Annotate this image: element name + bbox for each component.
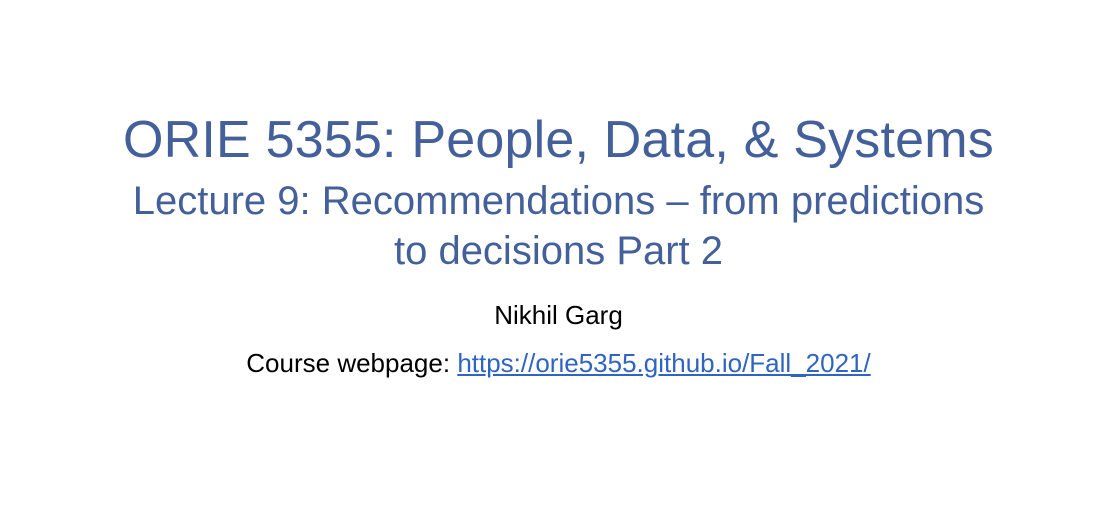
author-name: Nikhil Garg xyxy=(494,300,623,330)
course-webpage-label: Course webpage: xyxy=(246,348,458,378)
subtitle-line-2: to decisions Part 2 xyxy=(393,229,724,273)
subtitle-line-1: Lecture 9: Recommendations – from predic… xyxy=(132,179,985,223)
course-webpage-link[interactable]: https://orie5355.github.io/Fall_2021/ xyxy=(457,348,870,378)
slide-title: ORIE 5355: People, Data, & Systems xyxy=(123,111,994,169)
course-webpage-line: Course webpage: https://orie5355.github.… xyxy=(0,346,1117,380)
title-slide: ORIE 5355: People, Data, & Systems Lectu… xyxy=(0,0,1117,507)
slide-subtitle: Lecture 9: Recommendations – from predic… xyxy=(60,176,1057,276)
